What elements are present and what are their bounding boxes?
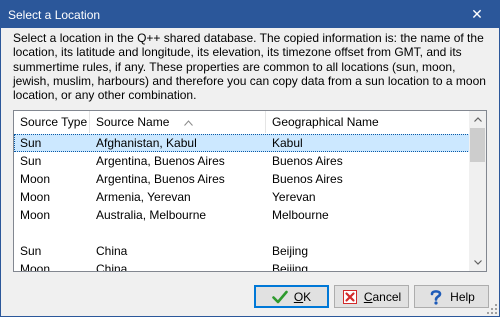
scroll-thumb[interactable] — [470, 128, 485, 162]
scroll-down-button[interactable] — [469, 254, 486, 271]
list-row[interactable]: Moon Armenia, Yerevan Yerevan — [14, 188, 470, 206]
list-row[interactable] — [14, 224, 470, 242]
question-icon — [428, 289, 444, 305]
cancel-button-label: Cancel — [363, 289, 402, 304]
help-button[interactable]: Help — [414, 285, 489, 308]
cancel-button[interactable]: Cancel — [334, 285, 409, 308]
chevron-down-icon — [473, 260, 482, 265]
vertical-scrollbar[interactable] — [469, 111, 486, 271]
cell-geographical-name: Buenos Aires — [272, 172, 343, 186]
list-body: Sun Afghanistan, Kabul Kabul Sun Argenti… — [14, 134, 470, 272]
cell-source-type: Sun — [20, 136, 42, 150]
cell-source-type: Moon — [20, 208, 51, 222]
close-button[interactable]: ✕ — [455, 1, 499, 28]
column-header-source-type[interactable]: Source Type — [14, 111, 90, 133]
list-row[interactable]: Sun China Beijing — [14, 242, 470, 260]
cell-source-type: Moon — [20, 190, 51, 204]
cell-geographical-name: Beijing — [272, 244, 309, 258]
cell-source-name: China — [96, 262, 128, 272]
column-header-label: Source Name — [96, 115, 170, 129]
column-header-label: Geographical Name — [272, 115, 379, 129]
cell-geographical-name — [266, 224, 470, 242]
list-row[interactable]: Moon Argentina, Buenos Aires Buenos Aire… — [14, 170, 470, 188]
cell-source-type: Moon — [20, 172, 51, 186]
cell-source-name: Australia, Melbourne — [96, 208, 207, 222]
cell-source-type: Moon — [20, 262, 51, 272]
cell-source-name: Afghanistan, Kabul — [96, 136, 197, 150]
help-button-label: Help — [450, 289, 475, 304]
scroll-up-button[interactable] — [469, 111, 486, 128]
cell-source-name: Argentina, Buenos Aires — [96, 154, 225, 168]
cell-source-name: Argentina, Buenos Aires — [96, 172, 225, 186]
cell-source-type: Sun — [20, 154, 42, 168]
cell-source-type — [14, 224, 90, 242]
resize-grip-icon[interactable] — [487, 304, 497, 314]
column-header-source-name[interactable]: Source Name — [90, 111, 266, 133]
cell-source-name — [90, 224, 266, 242]
ok-button-label: OK — [293, 289, 312, 304]
cell-geographical-name: Yerevan — [272, 190, 316, 204]
sort-ascending-icon — [184, 120, 193, 126]
cell-geographical-name: Buenos Aires — [272, 154, 343, 168]
check-icon — [272, 289, 288, 305]
close-icon: ✕ — [471, 6, 483, 22]
cell-source-name: China — [96, 244, 128, 258]
list-row[interactable]: Sun Afghanistan, Kabul Kabul — [14, 134, 470, 152]
column-header-geographical-name[interactable]: Geographical Name — [266, 111, 470, 133]
list-row[interactable]: Moon Australia, Melbourne Melbourne — [14, 206, 470, 224]
description-text: Select a location in the Q++ shared data… — [13, 31, 486, 103]
ok-button[interactable]: OK — [254, 285, 329, 308]
cell-geographical-name: Beijing — [272, 262, 309, 272]
title-bar[interactable]: Select a Location ✕ — [1, 1, 499, 28]
list-row[interactable]: Moon China Beijing — [14, 260, 470, 272]
dialog-window: Select a Location ✕ Select a location in… — [0, 0, 500, 317]
x-icon — [342, 289, 358, 305]
column-header-label: Source Type — [20, 115, 88, 129]
location-list[interactable]: Source Type Source Name Geographical Nam… — [13, 110, 487, 272]
chevron-up-icon — [473, 117, 482, 122]
list-row[interactable]: Sun Argentina, Buenos Aires Buenos Aires — [14, 152, 470, 170]
cell-source-name: Armenia, Yerevan — [96, 190, 191, 204]
cell-geographical-name: Melbourne — [272, 208, 329, 222]
window-title: Select a Location — [8, 7, 101, 22]
cell-geographical-name: Kabul — [272, 136, 303, 150]
list-header: Source Type Source Name Geographical Nam… — [14, 111, 470, 133]
cell-source-type: Sun — [20, 244, 42, 258]
